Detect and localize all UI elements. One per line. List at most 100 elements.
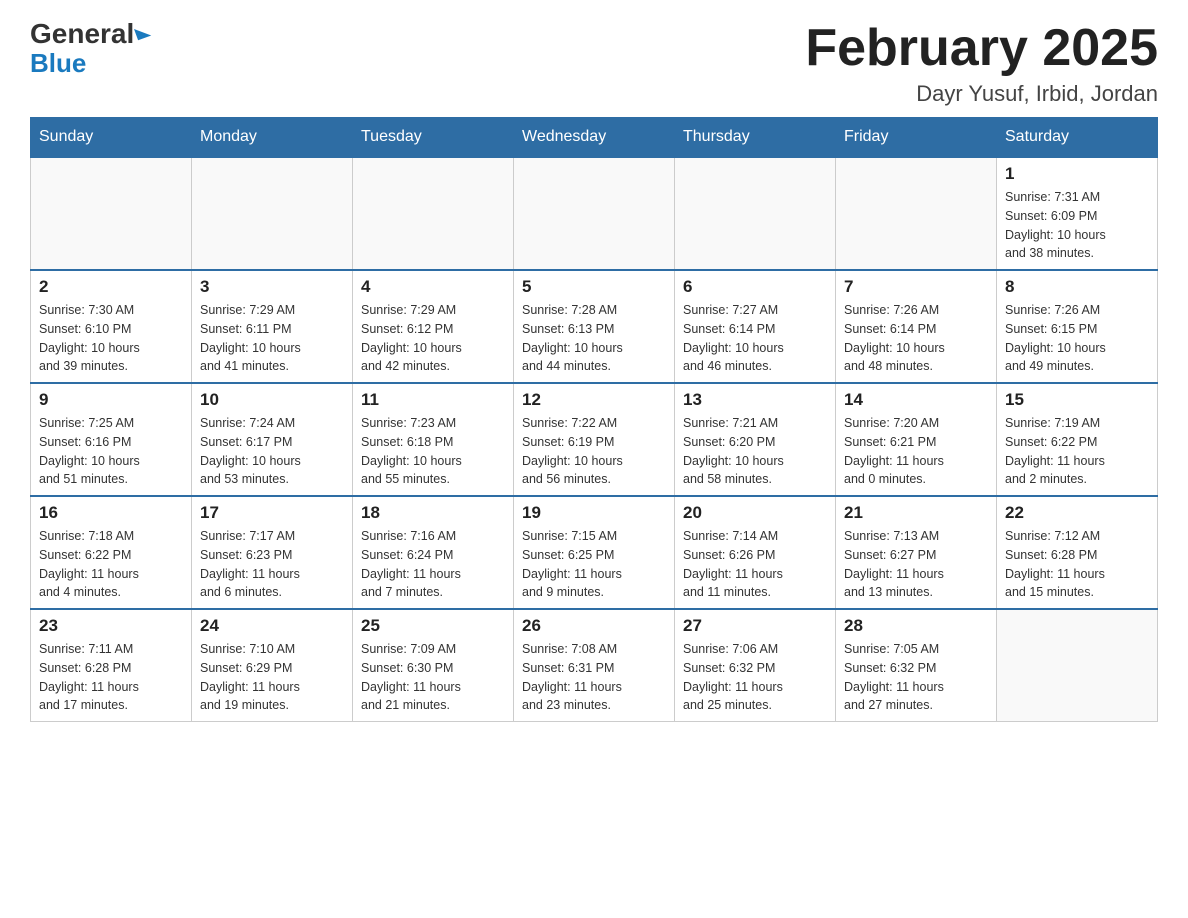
col-monday: Monday [192, 118, 353, 158]
logo-general: General◀ [30, 20, 151, 48]
day-info: Sunrise: 7:05 AMSunset: 6:32 PMDaylight:… [844, 640, 988, 715]
calendar-cell: 9 Sunrise: 7:25 AMSunset: 6:16 PMDaylight… [31, 383, 192, 496]
day-number: 3 [200, 277, 344, 297]
day-number: 10 [200, 390, 344, 410]
calendar-cell: 23 Sunrise: 7:11 AMSunset: 6:28 PMDayligh… [31, 609, 192, 722]
calendar-cell: 19Sunrise: 7:15 AMSunset: 6:25 PMDayligh… [514, 496, 675, 609]
calendar-cell: 24 Sunrise: 7:10 AMSunset: 6:29 PMDayligh… [192, 609, 353, 722]
calendar-cell: 8 Sunrise: 7:26 AMSunset: 6:15 PMDaylight… [997, 270, 1158, 383]
day-number: 7 [844, 277, 988, 297]
calendar-cell: 25 Sunrise: 7:09 AMSunset: 6:30 PMDayligh… [353, 609, 514, 722]
day-info: Sunrise: 7:08 AMSunset: 6:31 PMDaylight:… [522, 640, 666, 715]
day-number: 23 [39, 616, 183, 636]
day-info: Sunrise: 7:16 AMSunset: 6:24 PMDaylight:… [361, 527, 505, 602]
calendar-cell [997, 609, 1158, 722]
day-number: 9 [39, 390, 183, 410]
col-friday: Friday [836, 118, 997, 158]
day-number: 21 [844, 503, 988, 523]
calendar-cell: 28 Sunrise: 7:05 AMSunset: 6:32 PMDayligh… [836, 609, 997, 722]
calendar-cell: 3 Sunrise: 7:29 AMSunset: 6:11 PMDaylight… [192, 270, 353, 383]
day-info: Sunrise: 7:28 AMSunset: 6:13 PMDaylight:… [522, 301, 666, 376]
page-header: General◀ Blue February 2025 Dayr Yusuf, … [30, 20, 1158, 107]
calendar-cell: 1 Sunrise: 7:31 AMSunset: 6:09 PMDaylight… [997, 157, 1158, 270]
calendar-cell [514, 157, 675, 270]
calendar-cell: 21 Sunrise: 7:13 AMSunset: 6:27 PMDayligh… [836, 496, 997, 609]
day-number: 5 [522, 277, 666, 297]
day-info: Sunrise: 7:06 AMSunset: 6:32 PMDaylight:… [683, 640, 827, 715]
calendar-cell: 16 Sunrise: 7:18 AMSunset: 6:22 PMDayligh… [31, 496, 192, 609]
day-number: 15 [1005, 390, 1149, 410]
calendar-cell: 14 Sunrise: 7:20 AMSunset: 6:21 PMDayligh… [836, 383, 997, 496]
day-number: 27 [683, 616, 827, 636]
day-info: Sunrise: 7:30 AMSunset: 6:10 PMDaylight:… [39, 301, 183, 376]
calendar-cell [31, 157, 192, 270]
day-number: 6 [683, 277, 827, 297]
week-row-3: 9 Sunrise: 7:25 AMSunset: 6:16 PMDaylight… [31, 383, 1158, 496]
col-wednesday: Wednesday [514, 118, 675, 158]
day-info: Sunrise: 7:22 AMSunset: 6:19 PMDaylight:… [522, 414, 666, 489]
day-info: Sunrise: 7:19 AMSunset: 6:22 PMDaylight:… [1005, 414, 1149, 489]
day-number: 28 [844, 616, 988, 636]
day-info: Sunrise: 7:20 AMSunset: 6:21 PMDaylight:… [844, 414, 988, 489]
subtitle: Dayr Yusuf, Irbid, Jordan [805, 81, 1158, 107]
calendar-cell: 20 Sunrise: 7:14 AMSunset: 6:26 PMDayligh… [675, 496, 836, 609]
day-info: Sunrise: 7:09 AMSunset: 6:30 PMDaylight:… [361, 640, 505, 715]
main-title: February 2025 [805, 20, 1158, 77]
calendar-cell: 22 Sunrise: 7:12 AMSunset: 6:28 PMDayligh… [997, 496, 1158, 609]
day-number: 18 [361, 503, 505, 523]
calendar-cell: 5 Sunrise: 7:28 AMSunset: 6:13 PMDaylight… [514, 270, 675, 383]
col-sunday: Sunday [31, 118, 192, 158]
calendar-cell: 27 Sunrise: 7:06 AMSunset: 6:32 PMDayligh… [675, 609, 836, 722]
calendar-cell [192, 157, 353, 270]
day-number: 19 [522, 503, 666, 523]
calendar-cell: 15 Sunrise: 7:19 AMSunset: 6:22 PMDayligh… [997, 383, 1158, 496]
calendar-cell [353, 157, 514, 270]
day-number: 1 [1005, 164, 1149, 184]
day-info: Sunrise: 7:18 AMSunset: 6:22 PMDaylight:… [39, 527, 183, 602]
day-number: 16 [39, 503, 183, 523]
calendar-cell: 7Sunrise: 7:26 AMSunset: 6:14 PMDaylight… [836, 270, 997, 383]
calendar-cell [836, 157, 997, 270]
day-number: 14 [844, 390, 988, 410]
calendar-cell: 18 Sunrise: 7:16 AMSunset: 6:24 PMDayligh… [353, 496, 514, 609]
day-number: 20 [683, 503, 827, 523]
day-info: Sunrise: 7:26 AMSunset: 6:15 PMDaylight:… [1005, 301, 1149, 376]
day-info: Sunrise: 7:13 AMSunset: 6:27 PMDaylight:… [844, 527, 988, 602]
day-info: Sunrise: 7:11 AMSunset: 6:28 PMDaylight:… [39, 640, 183, 715]
day-info: Sunrise: 7:29 AMSunset: 6:12 PMDaylight:… [361, 301, 505, 376]
day-info: Sunrise: 7:12 AMSunset: 6:28 PMDaylight:… [1005, 527, 1149, 602]
day-number: 17 [200, 503, 344, 523]
day-number: 26 [522, 616, 666, 636]
week-row-4: 16 Sunrise: 7:18 AMSunset: 6:22 PMDayligh… [31, 496, 1158, 609]
day-number: 24 [200, 616, 344, 636]
day-number: 8 [1005, 277, 1149, 297]
calendar-cell: 26 Sunrise: 7:08 AMSunset: 6:31 PMDayligh… [514, 609, 675, 722]
day-info: Sunrise: 7:14 AMSunset: 6:26 PMDaylight:… [683, 527, 827, 602]
calendar-table: Sunday Monday Tuesday Wednesday Thursday… [30, 117, 1158, 722]
col-tuesday: Tuesday [353, 118, 514, 158]
day-info: Sunrise: 7:27 AMSunset: 6:14 PMDaylight:… [683, 301, 827, 376]
title-area: February 2025 Dayr Yusuf, Irbid, Jordan [805, 20, 1158, 107]
calendar-cell: 17 Sunrise: 7:17 AMSunset: 6:23 PMDayligh… [192, 496, 353, 609]
day-info: Sunrise: 7:17 AMSunset: 6:23 PMDaylight:… [200, 527, 344, 602]
logo: General◀ Blue [30, 20, 151, 76]
day-info: Sunrise: 7:10 AMSunset: 6:29 PMDaylight:… [200, 640, 344, 715]
day-info: Sunrise: 7:24 AMSunset: 6:17 PMDaylight:… [200, 414, 344, 489]
calendar-cell: 6 Sunrise: 7:27 AMSunset: 6:14 PMDaylight… [675, 270, 836, 383]
calendar-cell: 10 Sunrise: 7:24 AMSunset: 6:17 PMDayligh… [192, 383, 353, 496]
calendar-header-row: Sunday Monday Tuesday Wednesday Thursday… [31, 118, 1158, 158]
day-number: 25 [361, 616, 505, 636]
day-info: Sunrise: 7:29 AMSunset: 6:11 PMDaylight:… [200, 301, 344, 376]
logo-blue: Blue [30, 50, 86, 76]
day-info: Sunrise: 7:31 AMSunset: 6:09 PMDaylight:… [1005, 188, 1149, 263]
day-number: 2 [39, 277, 183, 297]
col-thursday: Thursday [675, 118, 836, 158]
day-number: 13 [683, 390, 827, 410]
day-number: 12 [522, 390, 666, 410]
day-number: 22 [1005, 503, 1149, 523]
day-info: Sunrise: 7:25 AMSunset: 6:16 PMDaylight:… [39, 414, 183, 489]
week-row-1: 1 Sunrise: 7:31 AMSunset: 6:09 PMDaylight… [31, 157, 1158, 270]
calendar-cell [675, 157, 836, 270]
week-row-2: 2 Sunrise: 7:30 AMSunset: 6:10 PMDaylight… [31, 270, 1158, 383]
day-info: Sunrise: 7:21 AMSunset: 6:20 PMDaylight:… [683, 414, 827, 489]
